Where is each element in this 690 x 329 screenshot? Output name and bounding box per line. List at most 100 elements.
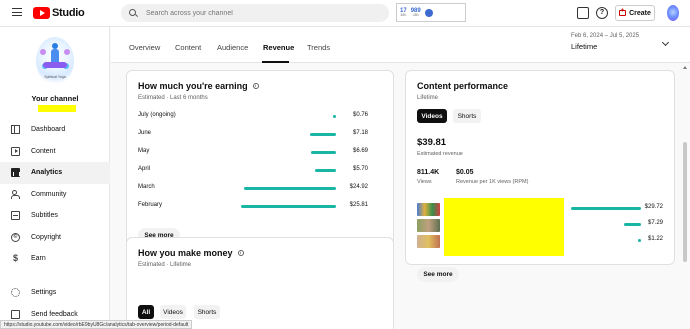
earnings-row-label: March bbox=[138, 184, 155, 190]
sidebar-item-label: Settings bbox=[31, 289, 57, 297]
earnings-bar bbox=[311, 150, 336, 154]
sidebar-item-label: Community bbox=[31, 190, 67, 198]
header-stats-widget[interactable]: 17 48h 989 48h bbox=[396, 3, 466, 22]
sidebar-item-label: Content bbox=[31, 147, 56, 155]
tab-trends[interactable]: Trends bbox=[307, 43, 330, 52]
create-video-icon bbox=[619, 8, 627, 16]
channel-avatar[interactable]: Spiritual Yoga bbox=[36, 37, 74, 85]
earnings-row: March $24.92 bbox=[138, 183, 368, 193]
video-revenue-bar bbox=[623, 223, 641, 226]
video-thumbnail[interactable] bbox=[417, 219, 440, 232]
content-icon bbox=[11, 146, 20, 156]
earnings-title: How much you're earning i bbox=[138, 81, 259, 91]
analytics-icon bbox=[11, 168, 20, 178]
earnings-row-label: June bbox=[138, 130, 152, 136]
stat-2: 989 48h bbox=[411, 8, 421, 18]
earnings-row-label: April bbox=[138, 166, 151, 172]
status-bar-url: https://studio.youtube.com/video/rbE9byU… bbox=[0, 320, 193, 329]
earnings-row: April $5.70 bbox=[138, 165, 368, 175]
make-money-subtitle: Estimated · Lifetime bbox=[138, 262, 192, 268]
sidebar-item-settings[interactable]: Settings bbox=[0, 282, 110, 304]
sidebar-item-label: Dashboard bbox=[31, 126, 66, 134]
performance-subtitle: Lifetime bbox=[417, 95, 439, 101]
sidebar-item-label: Analytics bbox=[31, 169, 63, 177]
sidebar-item-content[interactable]: Content bbox=[0, 141, 110, 163]
earnings-row-label: February bbox=[138, 202, 163, 208]
chip-videos[interactable]: Videos bbox=[417, 109, 447, 123]
tab-revenue[interactable]: Revenue bbox=[263, 43, 294, 52]
earn-icon: $ bbox=[12, 253, 18, 264]
sidebar-item-subtitles[interactable]: Subtitles bbox=[0, 205, 110, 227]
studio-logo[interactable]: Studio bbox=[33, 6, 85, 20]
channel-name-redacted bbox=[38, 105, 76, 112]
rpm-label: Revenue per 1K views (RPM) bbox=[456, 179, 529, 185]
chevron-down-icon[interactable] bbox=[661, 38, 670, 47]
video-revenue-value: $1.22 bbox=[647, 236, 663, 242]
tab-content[interactable]: Content bbox=[175, 43, 201, 52]
see-more-button[interactable]: See more bbox=[417, 267, 459, 282]
search-icon[interactable] bbox=[129, 8, 138, 18]
scrollbar[interactable] bbox=[683, 142, 687, 262]
date-range[interactable]: Feb 6, 2024 – Jul 5, 2025 bbox=[571, 33, 639, 39]
youtube-logo-icon bbox=[33, 7, 50, 19]
flower-decoration bbox=[64, 49, 70, 55]
earnings-card: How much you're earning i Estimated · La… bbox=[126, 70, 394, 255]
earnings-row-value: $6.69 bbox=[352, 148, 368, 154]
tab-audience[interactable]: Audience bbox=[217, 43, 248, 52]
feedback-icon bbox=[11, 309, 20, 319]
views-label: Views bbox=[417, 179, 432, 185]
menu-icon[interactable] bbox=[12, 8, 22, 16]
flower-decoration bbox=[40, 49, 46, 55]
subtitles-icon bbox=[11, 211, 20, 221]
video-thumbnail[interactable] bbox=[417, 235, 440, 248]
scroll-up-arrow[interactable] bbox=[683, 66, 687, 69]
tab-overview[interactable]: Overview bbox=[129, 43, 160, 52]
earnings-bar bbox=[333, 114, 336, 118]
search-input[interactable] bbox=[146, 9, 376, 17]
captions-icon[interactable] bbox=[577, 7, 589, 19]
earnings-row-label: May bbox=[138, 148, 150, 154]
copyright-icon: © bbox=[11, 232, 20, 242]
video-revenue-value: $29.72 bbox=[644, 204, 663, 210]
earnings-bar bbox=[241, 204, 336, 208]
video-revenue-value: $7.29 bbox=[647, 220, 663, 226]
analytics-tabs: Overview Content Audience Revenue Trends… bbox=[111, 27, 690, 63]
stat-1-label: 48h bbox=[400, 12, 407, 17]
make-money-title-text: How you make money bbox=[138, 248, 233, 258]
sidebar-item-label: Send feedback bbox=[31, 310, 78, 318]
top-bar: Studio 17 48h 989 48h ? Create bbox=[0, 0, 690, 27]
sidebar-item-community[interactable]: Community bbox=[0, 184, 110, 206]
sidebar-item-analytics[interactable]: Analytics bbox=[0, 162, 110, 184]
date-filter-value[interactable]: Lifetime bbox=[571, 42, 597, 51]
make-money-card: How you make money i Estimated · Lifetim… bbox=[126, 237, 394, 329]
search-bar[interactable] bbox=[121, 4, 389, 22]
earnings-row-value: $7.18 bbox=[352, 130, 368, 136]
active-tab-indicator bbox=[262, 61, 289, 63]
sidebar-item-copyright[interactable]: © Copyright bbox=[0, 227, 110, 249]
yoga-figure-icon bbox=[43, 43, 67, 71]
earnings-row: May $6.69 bbox=[138, 147, 368, 157]
earnings-row: July (ongoing) $0.76 bbox=[138, 111, 368, 121]
views-value: 811.4K bbox=[417, 169, 440, 176]
video-thumbnail[interactable] bbox=[417, 203, 440, 216]
sidebar-item-dashboard[interactable]: Dashboard bbox=[0, 119, 110, 141]
chip-shorts[interactable]: Shorts bbox=[194, 305, 220, 319]
create-button[interactable]: Create bbox=[615, 5, 655, 21]
estimated-revenue-label: Estimated revenue bbox=[417, 151, 463, 157]
logo-text: Studio bbox=[52, 7, 85, 19]
dashboard-icon bbox=[11, 125, 20, 135]
chip-all[interactable]: All bbox=[138, 305, 154, 319]
create-label: Create bbox=[629, 9, 651, 17]
video-titles-redacted bbox=[444, 198, 564, 256]
chip-shorts[interactable]: Shorts bbox=[453, 109, 481, 123]
sidebar-item-earn[interactable]: $ Earn bbox=[0, 248, 110, 270]
info-icon[interactable]: i bbox=[237, 250, 244, 256]
info-icon[interactable]: i bbox=[252, 83, 259, 89]
video-revenue-bar bbox=[571, 207, 641, 210]
earnings-bar bbox=[315, 168, 336, 172]
help-icon[interactable]: ? bbox=[596, 7, 608, 19]
account-avatar[interactable] bbox=[667, 5, 679, 21]
chip-videos[interactable]: Videos bbox=[160, 305, 186, 319]
extension-icon[interactable] bbox=[424, 8, 433, 17]
rpm-value: $0.05 bbox=[456, 169, 474, 176]
